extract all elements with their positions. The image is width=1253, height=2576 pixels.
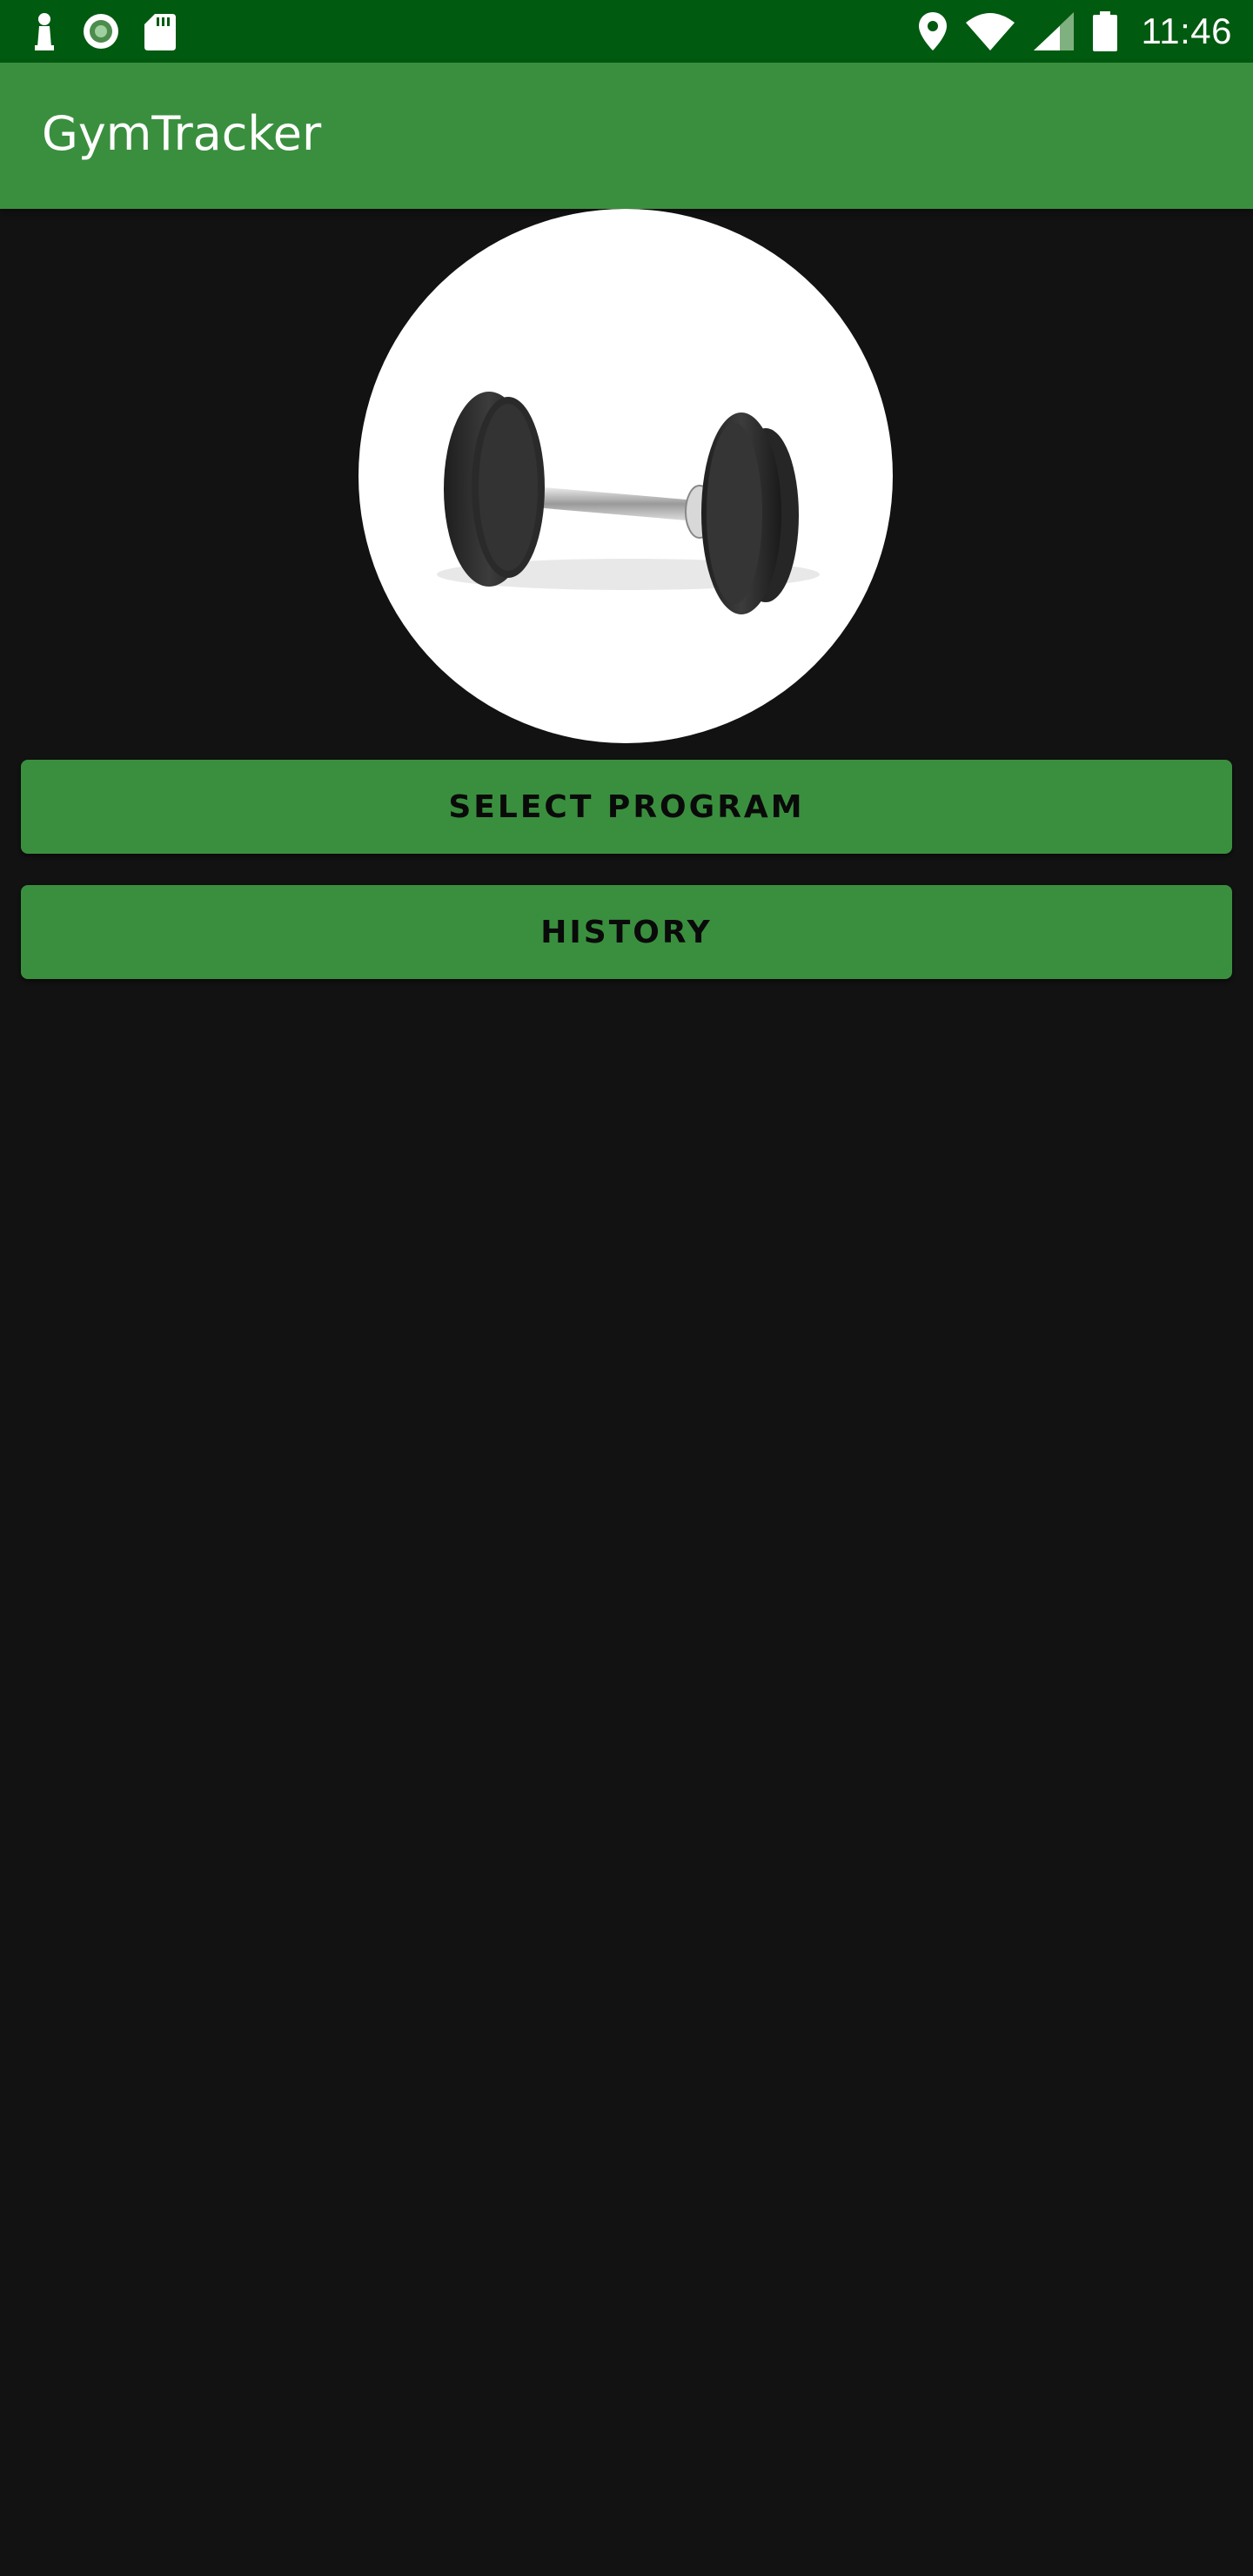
dumbbell-icon xyxy=(437,392,820,614)
select-program-button[interactable]: SELECT PROGRAM xyxy=(21,760,1232,854)
chess-pawn-icon xyxy=(35,13,54,50)
status-clock: 11:46 xyxy=(1141,10,1232,51)
wifi-icon xyxy=(965,13,1015,50)
radio-record-icon xyxy=(84,14,118,49)
battery-icon xyxy=(1092,11,1117,51)
history-button[interactable]: HISTORY xyxy=(21,885,1232,979)
app-title: GymTracker xyxy=(42,106,322,161)
app-bar: GymTracker xyxy=(0,63,1253,209)
cell-signal-icon xyxy=(1033,12,1074,50)
select-program-label: SELECT PROGRAM xyxy=(448,788,805,825)
status-bar: 11:46 xyxy=(0,0,1253,63)
location-pin-icon xyxy=(918,12,947,50)
history-label: HISTORY xyxy=(540,914,713,950)
system-icons: 11:46 xyxy=(918,0,1233,63)
sd-card-icon xyxy=(144,14,176,50)
notification-icons xyxy=(31,10,176,52)
dumbbell-image xyxy=(358,209,893,743)
